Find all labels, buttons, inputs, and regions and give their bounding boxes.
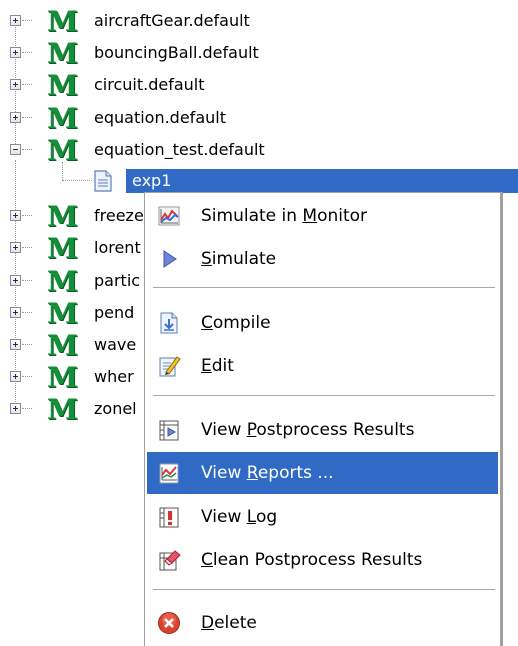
expand-icon[interactable]: [10, 79, 21, 90]
menu-separator: [153, 589, 495, 590]
expand-icon[interactable]: [10, 339, 21, 350]
model-m-icon: M: [47, 232, 78, 265]
collapse-icon[interactable]: [10, 144, 21, 155]
tree-node[interactable]: M aircraftGear.default: [0, 6, 518, 36]
tree-node-label[interactable]: bouncingBall.default: [94, 42, 259, 64]
model-m-icon: M: [47, 134, 78, 167]
menu-item-view-reports[interactable]: View Reports ...: [147, 452, 498, 494]
workspace: M aircraftGear.default M bouncingBall.de…: [0, 0, 518, 646]
model-m-icon: M: [47, 297, 78, 330]
model-m-icon: M: [47, 69, 78, 102]
model-m-icon: M: [47, 102, 78, 135]
model-m-icon: M: [47, 329, 78, 362]
menu-item-label: View Log: [201, 507, 278, 527]
postprocess-icon: [159, 420, 179, 441]
menu-item-label: Compile: [201, 313, 271, 333]
expand-icon[interactable]: [10, 210, 21, 221]
menu-item-simulate[interactable]: Simulate: [147, 238, 498, 280]
expand-icon[interactable]: [10, 15, 21, 26]
delete-icon: [158, 612, 180, 634]
tree-node-label[interactable]: aircraftGear.default: [94, 10, 250, 32]
menu-item-label: Clean Postprocess Results: [201, 550, 423, 570]
tree-node-expanded[interactable]: M equation_test.default: [0, 135, 518, 165]
menu-item-simulate-in-monitor[interactable]: Simulate in Monitor: [147, 195, 498, 237]
compile-icon: [160, 312, 178, 334]
menu-separator: [153, 395, 495, 396]
tree-node-label[interactable]: lorent: [94, 237, 141, 259]
selection-highlight: [126, 169, 518, 193]
model-m-icon: M: [47, 361, 78, 394]
menu-item-view-postprocess-results[interactable]: View Postprocess Results: [147, 409, 498, 451]
tree-node[interactable]: M bouncingBall.default: [0, 38, 518, 68]
edit-pencil-icon: [159, 356, 181, 377]
menu-item-view-log[interactable]: View Log: [147, 496, 498, 538]
tree-child-label[interactable]: exp1: [132, 170, 171, 192]
menu-item-edit[interactable]: Edit: [147, 345, 498, 387]
menu-item-label: View Postprocess Results: [201, 420, 415, 440]
tree-node-label[interactable]: zonel: [94, 398, 137, 420]
context-menu: Simulate in Monitor Simulate Compile Edi…: [144, 192, 503, 646]
menu-item-clean-postprocess-results[interactable]: Clean Postprocess Results: [147, 539, 498, 581]
log-icon: [159, 507, 179, 528]
model-m-icon: M: [47, 393, 78, 426]
play-triangle-icon: [163, 250, 177, 268]
menu-item-label: Edit: [201, 356, 234, 376]
tree-node-label[interactable]: pend: [94, 302, 134, 324]
model-m-icon: M: [47, 5, 78, 38]
tree-node[interactable]: M equation.default: [0, 103, 518, 133]
monitor-chart-icon: [158, 206, 180, 226]
expand-icon[interactable]: [10, 403, 21, 414]
expand-icon[interactable]: [10, 242, 21, 253]
menu-item-compile[interactable]: Compile: [147, 302, 498, 344]
expand-icon[interactable]: [10, 307, 21, 318]
menu-item-label: Simulate: [201, 249, 277, 269]
menu-separator: [153, 287, 495, 288]
experiment-file-icon: [94, 170, 112, 192]
model-m-icon: M: [47, 200, 78, 233]
expand-icon[interactable]: [10, 275, 21, 286]
tree-node-label[interactable]: wave: [94, 334, 136, 356]
tree-node-label[interactable]: circuit.default: [94, 74, 205, 96]
tree-node-label[interactable]: partic: [94, 270, 140, 292]
menu-item-delete[interactable]: Delete: [147, 602, 498, 644]
expand-icon[interactable]: [10, 47, 21, 58]
tree-node-label[interactable]: freeze: [94, 205, 144, 227]
expand-icon[interactable]: [10, 112, 21, 123]
tree-node-label[interactable]: equation.default: [94, 107, 226, 129]
clean-eraser-icon: [159, 550, 181, 571]
menu-item-label: Delete: [201, 613, 257, 633]
tree-node-label[interactable]: equation_test.default: [94, 139, 265, 161]
tree-node[interactable]: M circuit.default: [0, 70, 518, 100]
model-m-icon: M: [47, 37, 78, 70]
model-m-icon: M: [47, 265, 78, 298]
menu-item-label: Simulate in Monitor: [201, 206, 368, 226]
menu-item-label: View Reports ...: [201, 463, 334, 483]
expand-icon[interactable]: [10, 371, 21, 382]
reports-chart-icon: [159, 463, 179, 484]
tree-node-label[interactable]: wher: [94, 366, 134, 388]
